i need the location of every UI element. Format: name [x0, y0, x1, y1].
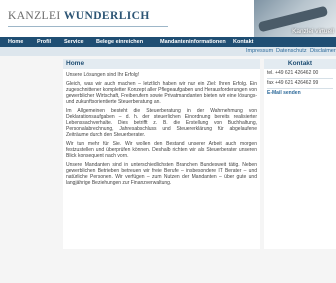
- page: KANZLEI WUNDERLICH Kanzlei virtuell Home…: [0, 0, 336, 283]
- page-title: Home: [63, 59, 260, 69]
- logo-text-kanzlei: KANZLEI: [8, 10, 61, 22]
- fax-number: +49 621 426462 99: [275, 80, 319, 86]
- logo-underline: [8, 26, 168, 27]
- paragraph-4: Unsere Mandanten sind in unterschiedlich…: [66, 162, 257, 186]
- nav-item-mandanteninformationen[interactable]: Mandanteninformationen: [160, 37, 226, 47]
- phone-number[interactable]: +49 621 426462 00: [275, 70, 318, 76]
- paragraph-3: Wir tun mehr für Sie. Wir wollen den Bes…: [66, 141, 257, 159]
- contact-sidebar: Kontakt tel. +49 621 426462 00 fax +49 6…: [264, 59, 336, 249]
- email-link[interactable]: E-Mail senden: [264, 89, 336, 98]
- logo-text-wunderlich: WUNDERLICH: [63, 10, 150, 22]
- link-impressum[interactable]: Impressum: [246, 47, 273, 56]
- phone-label: tel.: [267, 70, 274, 76]
- phone-row: tel. +49 621 426462 00: [264, 69, 336, 78]
- link-datenschutz[interactable]: Datenschutz: [276, 47, 307, 56]
- nav-item-kontakt[interactable]: Kontakt: [233, 37, 253, 47]
- sidebar-title: Kontakt: [264, 59, 336, 69]
- nav-item-home[interactable]: Home: [8, 37, 23, 47]
- link-disclaimer[interactable]: Disclaimer: [310, 47, 336, 56]
- fax-label: fax: [267, 80, 274, 86]
- main-content: Home Unsere Lösungen sind Ihr Erfolg! Gl…: [63, 59, 260, 249]
- site-header: KANZLEI WUNDERLICH Kanzlei virtuell: [0, 0, 336, 37]
- nav-item-belege-einreichen[interactable]: Belege einreichen: [96, 37, 143, 47]
- paragraph-1: Gleich, was wir auch machen – letztlich …: [66, 81, 257, 105]
- site-logo[interactable]: KANZLEI WUNDERLICH: [8, 10, 150, 22]
- fax-row: fax +49 621 426462 99: [264, 79, 336, 88]
- nav-item-profil[interactable]: Profil: [37, 37, 51, 47]
- paragraph-2: Im Allgemeinen besteht die Steuerberatun…: [66, 108, 257, 138]
- main-navigation: Home Profil Service Belege einreichen Ma…: [0, 37, 336, 47]
- nav-item-service[interactable]: Service: [64, 37, 84, 47]
- header-photo: Kanzlei virtuell: [254, 0, 336, 37]
- photo-caption: Kanzlei virtuell: [292, 28, 334, 35]
- content-body: Unsere Lösungen sind Ihr Erfolg! Gleich,…: [63, 69, 260, 186]
- secondary-navigation: Impressum Datenschutz Disclaimer: [0, 47, 336, 56]
- intro-heading: Unsere Lösungen sind Ihr Erfolg!: [66, 72, 140, 78]
